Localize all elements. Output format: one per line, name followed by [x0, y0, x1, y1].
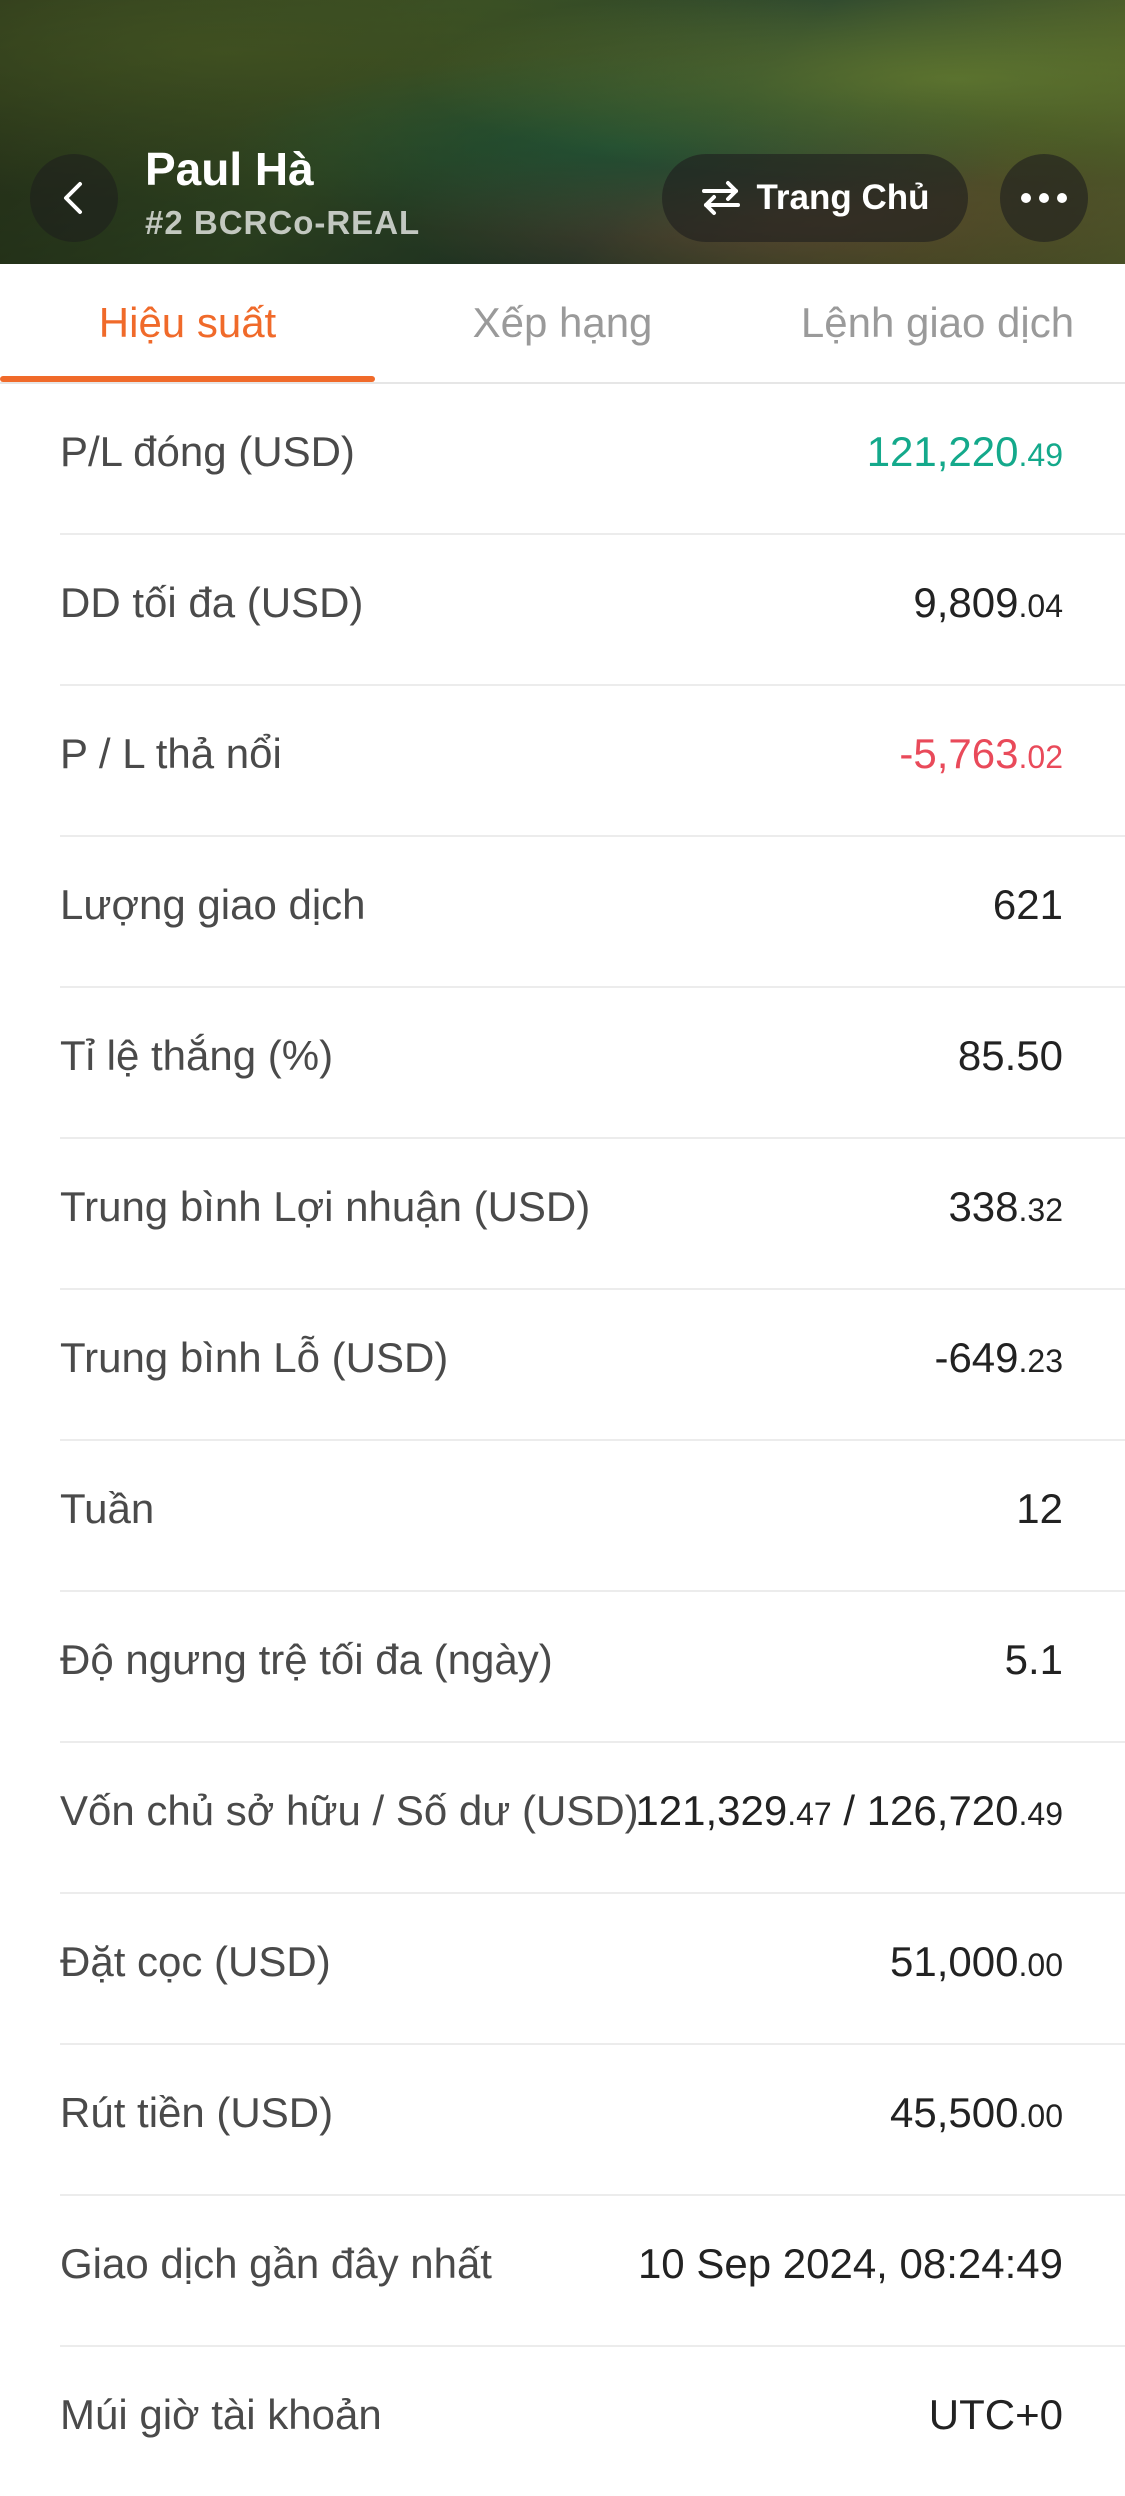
- home-button-label: Trang Chủ: [756, 178, 930, 217]
- list-item: Độ ngưng trệ tối đa (ngày) 5.1: [60, 1592, 1125, 1743]
- value-dec: .02: [1018, 739, 1063, 775]
- active-tab-indicator: [0, 376, 375, 382]
- list-item: Lượng giao dịch 621: [60, 837, 1125, 988]
- stat-label: DD tối đa (USD): [60, 579, 364, 626]
- value-int: UTC+0: [928, 2391, 1063, 2438]
- stat-value: -649.23: [934, 1334, 1063, 1382]
- stat-value: -5,763.02: [899, 730, 1063, 778]
- stat-label: Độ ngưng trệ tối đa (ngày): [60, 1636, 553, 1683]
- ellipsis-icon: [1021, 193, 1067, 203]
- stat-value: 45,500.00: [890, 2089, 1063, 2137]
- value-dec: .23: [1018, 1343, 1063, 1379]
- value-int: 51,000: [890, 1938, 1019, 1985]
- value-int: 45,500: [890, 2089, 1019, 2136]
- stat-value: 338.32: [948, 1183, 1063, 1231]
- list-item: Tỉ lệ thắng (%) 85.50: [60, 988, 1125, 1139]
- stat-value: 51,000.00: [890, 1938, 1063, 1986]
- list-item: Đặt cọc (USD) 51,000.00: [60, 1894, 1125, 2045]
- stat-label: Lượng giao dịch: [60, 881, 366, 928]
- home-button[interactable]: Trang Chủ: [662, 154, 968, 242]
- stat-label: Rút tiền (USD): [60, 2089, 334, 2136]
- value-dec: .49: [1018, 437, 1063, 473]
- chevron-left-icon: [64, 182, 82, 214]
- value-int: 338: [948, 1183, 1019, 1230]
- stat-value: 121,329.47 / 126,720.49: [635, 1787, 1063, 1835]
- value-dec-2: .49: [1018, 1796, 1063, 1832]
- value-dec: .00: [1018, 2098, 1063, 2134]
- list-item: Giao dịch gần đây nhất 10 Sep 2024, 08:2…: [60, 2196, 1125, 2347]
- value-dec: .32: [1018, 1192, 1063, 1228]
- value-dec: .04: [1018, 588, 1063, 624]
- stat-label: Tuần: [60, 1485, 155, 1532]
- stat-label: Vốn chủ sở hữu / Số dư (USD): [60, 1787, 639, 1834]
- value-int: 621: [992, 881, 1063, 928]
- value-int-2: / 126,720: [831, 1787, 1019, 1834]
- tab-orders[interactable]: Lệnh giao dịch: [750, 264, 1125, 382]
- stat-label: P/L đóng (USD): [60, 428, 355, 475]
- value-int: 10 Sep 2024, 08:24:49: [637, 2240, 1063, 2287]
- stat-value: 10 Sep 2024, 08:24:49: [638, 2240, 1063, 2288]
- tab-performance[interactable]: Hiệu suất: [0, 264, 375, 382]
- profile-header: Paul Hà #2 BCRCo-REAL Trang Chủ: [0, 0, 1125, 264]
- value-int: 121,220: [866, 428, 1019, 475]
- trader-name: Paul Hà: [145, 143, 314, 195]
- list-item: Vốn chủ sở hữu / Số dư (USD) 121,329.47 …: [60, 1743, 1125, 1894]
- account-id: #2 BCRCo-REAL: [145, 204, 421, 241]
- value-dec: .00: [1018, 1947, 1063, 1983]
- value-int: 121,329: [635, 1787, 788, 1834]
- stat-label: Trung bình Lỗ (USD): [60, 1334, 449, 1381]
- value-int: -649: [934, 1334, 1019, 1381]
- more-options-button[interactable]: [1000, 154, 1088, 242]
- value-int: 5.1: [1004, 1636, 1063, 1683]
- stat-label: Giao dịch gần đây nhất: [60, 2240, 492, 2287]
- back-button[interactable]: [30, 154, 118, 242]
- performance-list: P/L đóng (USD) 121,220.49 DD tối đa (USD…: [0, 384, 1125, 2496]
- stat-value: 85.50: [958, 1032, 1063, 1080]
- list-item: DD tối đa (USD) 9,809.04: [60, 535, 1125, 686]
- stat-value: 9,809.04: [913, 579, 1063, 627]
- stat-value: 121,220.49: [867, 428, 1063, 476]
- tab-bar: Hiệu suất Xếp hạng Lệnh giao dịch: [0, 264, 1125, 384]
- list-item: Múi giờ tài khoản UTC+0: [60, 2347, 1125, 2496]
- stat-label: Tỉ lệ thắng (%): [60, 1032, 334, 1079]
- value-int: -5,763: [899, 730, 1019, 777]
- list-item: Rút tiền (USD) 45,500.00: [60, 2045, 1125, 2196]
- swap-icon: [702, 181, 741, 215]
- stat-value: 5.1: [1005, 1636, 1063, 1684]
- stat-value: 12: [1016, 1485, 1063, 1533]
- stat-label: Múi giờ tài khoản: [60, 2391, 382, 2438]
- stat-label: P / L thả nổi: [60, 730, 282, 777]
- value-int: 9,809: [913, 579, 1019, 626]
- list-item: P/L đóng (USD) 121,220.49: [60, 384, 1125, 535]
- list-item: Tuần 12: [60, 1441, 1125, 1592]
- stat-label: Đặt cọc (USD): [60, 1938, 331, 1985]
- list-item: P / L thả nổi -5,763.02: [60, 686, 1125, 837]
- value-int: 12: [1016, 1485, 1063, 1532]
- stat-value: UTC+0: [929, 2391, 1063, 2439]
- stat-label: Trung bình Lợi nhuận (USD): [60, 1183, 591, 1230]
- stat-value: 621: [993, 881, 1063, 929]
- value-int: 85.50: [957, 1032, 1063, 1079]
- list-item: Trung bình Lỗ (USD) -649.23: [60, 1290, 1125, 1441]
- value-dec: .47: [787, 1796, 832, 1832]
- list-item: Trung bình Lợi nhuận (USD) 338.32: [60, 1139, 1125, 1290]
- tab-ranking[interactable]: Xếp hạng: [375, 264, 750, 382]
